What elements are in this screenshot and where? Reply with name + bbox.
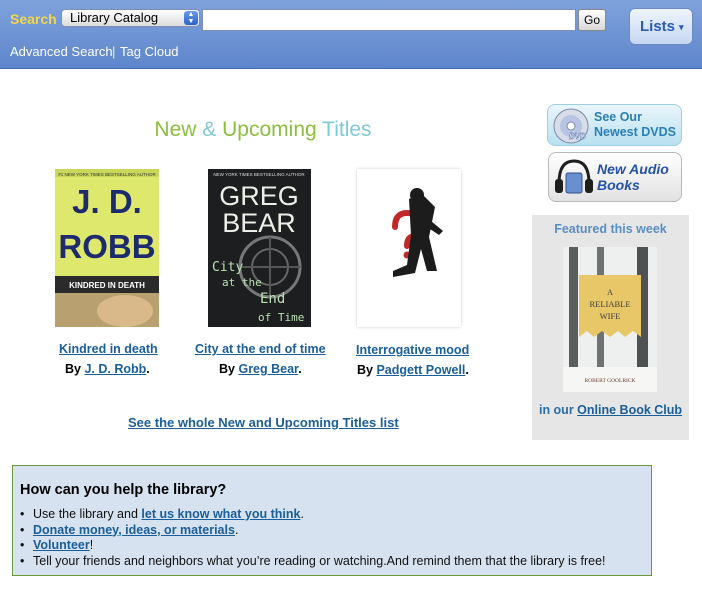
book-title-kindred-in-death[interactable]: Kindred in death xyxy=(59,342,158,356)
dvd-disc-icon: DVD xyxy=(553,108,589,144)
featured-cover-line1: A xyxy=(607,288,613,297)
heading-word-new: New xyxy=(154,118,197,141)
see-whole-list-link[interactable]: See the whole New and Upcoming Titles li… xyxy=(128,415,399,430)
by-label: By xyxy=(219,362,235,376)
catalog-select-value: Library Catalog xyxy=(70,10,159,25)
cover-1-line2: ROBB xyxy=(58,228,155,265)
select-arrows-icon: ▲ ▼ xyxy=(184,11,198,25)
book-author-line: By Greg Bear. xyxy=(219,362,302,376)
cover-2-subtitle1: City xyxy=(212,260,243,275)
by-label: By xyxy=(357,363,373,377)
help-item-end: . xyxy=(234,522,239,537)
heading-ampersand: & xyxy=(202,118,217,141)
headphones-icon xyxy=(555,159,593,194)
by-label: By xyxy=(65,362,81,376)
help-item-text: Use the library and xyxy=(33,507,138,521)
help-item-text: Tell your friends and neighbors what you… xyxy=(33,553,606,568)
new-audio-books-button[interactable]: New Audio Books xyxy=(548,152,682,202)
lists-label: Lists xyxy=(640,18,676,35)
cover-2-line2: BEAR xyxy=(222,208,296,238)
featured-book-cover[interactable]: A RELIABLE WIFE ROBERT GOOLRICK xyxy=(563,247,657,392)
dvd-label-line1: See Our xyxy=(594,110,642,124)
help-item-feedback: Use the library and let us know what you… xyxy=(20,507,606,523)
featured-caption: in our Online Book Club xyxy=(532,402,689,419)
header-bar: Search Library Catalog ▲ ▼ Go Advanced Se… xyxy=(0,0,702,69)
book-cover-kindred-in-death[interactable]: #1 NEW YORK TIMES BESTSELLING AUTHOR J. … xyxy=(55,169,159,327)
catalog-select[interactable]: Library Catalog ▲ ▼ xyxy=(61,9,200,27)
author-end: . xyxy=(298,362,302,376)
feedback-link[interactable]: let us know what you think xyxy=(141,507,300,521)
dvd-label-line2: Newest DVDS xyxy=(594,125,676,139)
author-link-padgett-powell[interactable]: Padgett Powell xyxy=(376,363,465,377)
lists-button[interactable]: Lists ▾ xyxy=(629,8,693,45)
book-title-city-at-the-end-of-time[interactable]: City at the end of time xyxy=(195,342,326,356)
cover-2-line1: GREG xyxy=(219,181,299,211)
book-author-line: By Padgett Powell. xyxy=(357,363,469,377)
audio-label: New Audio Books xyxy=(597,161,669,193)
tag-cloud-link[interactable]: Tag Cloud xyxy=(120,44,179,59)
book-cover-city-at-the-end-of-time[interactable]: NEW YORK TIMES BESTSELLING AUTHOR GREG B… xyxy=(208,169,311,327)
cover-2-subtitle3: End xyxy=(260,291,285,307)
featured-cover-author: ROBERT GOOLRICK xyxy=(584,378,635,384)
cover-2-tagline: NEW YORK TIMES BESTSELLING AUTHOR xyxy=(213,172,305,177)
featured-box: Featured this week A RELIABLE WIFE ROBER… xyxy=(532,215,689,440)
search-input[interactable] xyxy=(202,9,576,31)
help-item-volunteer: Volunteer! xyxy=(20,538,606,554)
featured-title: Featured this week xyxy=(554,222,667,236)
help-box: How can you help the library? Use the li… xyxy=(12,465,652,576)
online-book-club-link[interactable]: Online Book Club xyxy=(577,403,682,417)
featured-cover-line3: WIFE xyxy=(600,311,621,321)
dvd-label: See Our Newest DVDS xyxy=(594,110,676,140)
cover-2-subtitle2: at the xyxy=(222,276,262,289)
help-item-tell-friends: Tell your friends and neighbors what you… xyxy=(20,554,606,570)
featured-prefix: in our xyxy=(538,403,574,417)
newest-dvds-button[interactable]: DVD See Our Newest DVDS xyxy=(547,104,682,146)
author-end: . xyxy=(146,362,150,376)
book-cover-interrogative-mood[interactable] xyxy=(357,169,461,327)
book-author-line: By J. D. Robb. xyxy=(65,362,150,376)
go-button[interactable]: Go xyxy=(578,9,606,31)
book-title-interrogative-mood[interactable]: Interrogative mood xyxy=(356,343,469,357)
dvd-disc-text: DVD xyxy=(569,132,586,141)
caret-down-icon: ▾ xyxy=(679,21,684,32)
audio-label-line1: New Audio xyxy=(597,161,669,177)
help-item-end: ! xyxy=(89,538,94,552)
help-item-end: . xyxy=(300,507,304,521)
cover-1-tagline: #1 NEW YORK TIMES BESTSELLING AUTHOR xyxy=(58,172,156,177)
author-end: . xyxy=(465,363,469,377)
audio-label-line2: Books xyxy=(597,177,640,193)
featured-cover-line2: RELIABLE xyxy=(589,299,630,309)
donate-link[interactable]: Donate money, ideas, or materials xyxy=(33,523,235,537)
cover-2-subtitle4: of Time xyxy=(258,311,304,324)
help-title: How can you help the library? xyxy=(20,482,227,498)
volunteer-link[interactable]: Volunteer xyxy=(33,538,90,552)
cover-1-line1: J. D. xyxy=(72,183,142,220)
help-item-donate: Donate money, ideas, or materials. xyxy=(20,523,606,539)
link-separator: | xyxy=(112,44,116,59)
section-heading: New & Upcoming Titles xyxy=(0,118,526,142)
help-list: Use the library and let us know what you… xyxy=(20,507,606,569)
search-label: Search xyxy=(10,11,57,27)
heading-word-upcoming: Upcoming xyxy=(222,118,317,141)
advanced-search-link[interactable]: Advanced Search xyxy=(10,44,113,59)
heading-word-titles: Titles xyxy=(322,118,372,141)
author-link-jd-robb[interactable]: J. D. Robb xyxy=(84,362,146,376)
author-link-greg-bear[interactable]: Greg Bear xyxy=(238,362,298,376)
cover-1-subtitle: KINDRED IN DEATH xyxy=(69,281,145,290)
